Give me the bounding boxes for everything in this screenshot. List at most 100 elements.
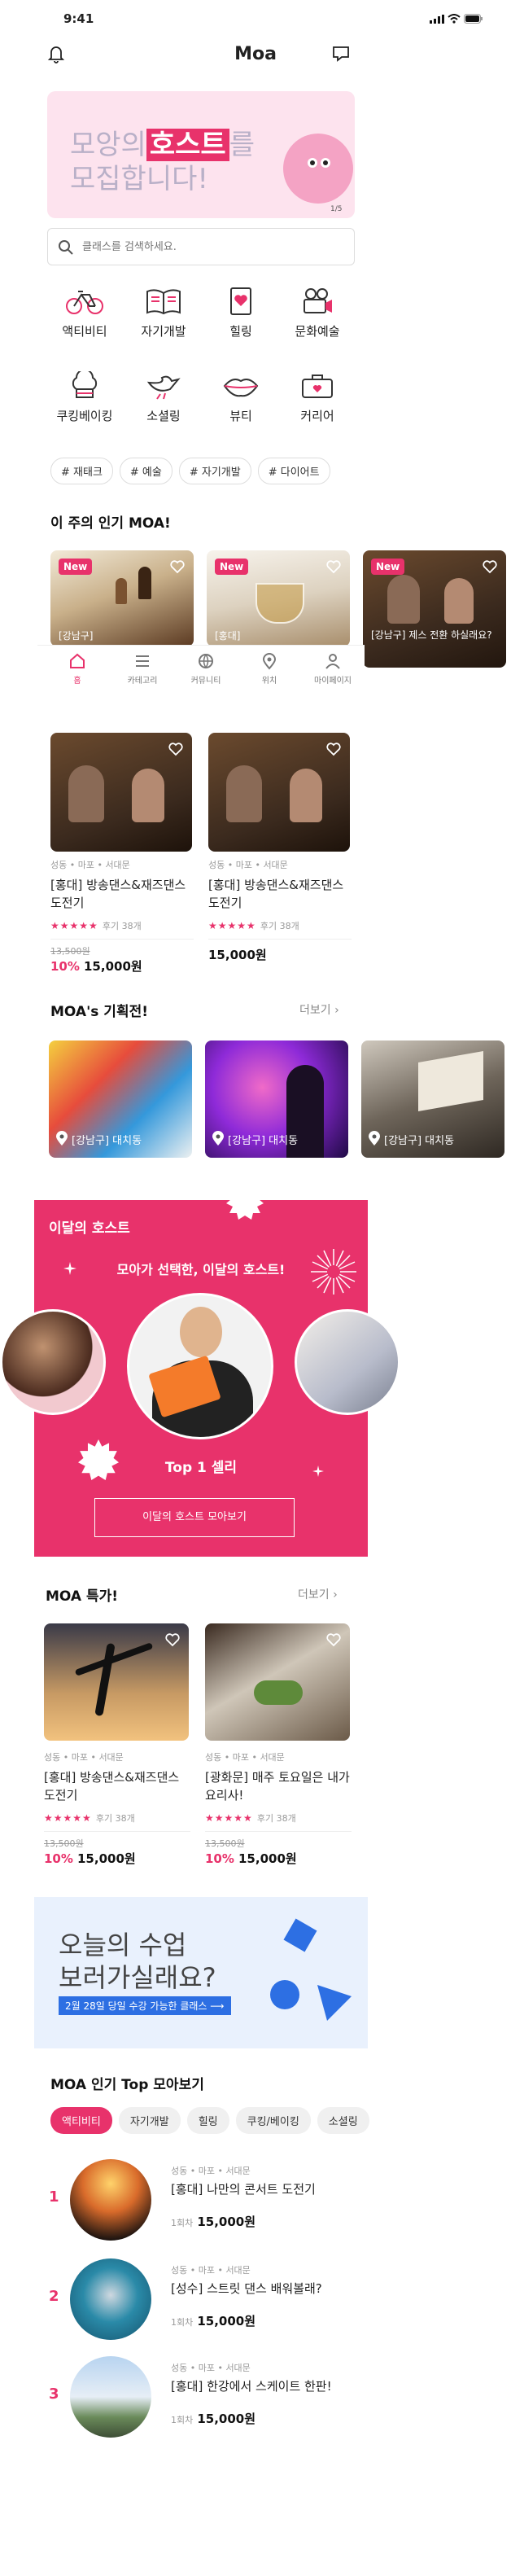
planned-title: MOA's 기획전! (50, 1004, 148, 1020)
host-more-button[interactable]: 이달의 호스트 모아보기 (94, 1498, 295, 1537)
message-icon[interactable] (332, 46, 350, 62)
top-item[interactable]: 1 성동 • 마포 • 서대문 [홍대] 나만의 콘서트 도전기 1회차 15,… (44, 2158, 369, 2242)
hashtag-chip[interactable]: # 자기개발 (178, 458, 251, 484)
tab-social[interactable]: 소셜링 (317, 2107, 369, 2134)
star-icon: ★★★★★ (205, 1812, 253, 1824)
product-title: [홍대] 한강에서 스케이트 한판! (171, 2379, 332, 2394)
product-image[interactable] (50, 733, 192, 852)
location-icon (212, 1131, 224, 1146)
heart-note-icon (230, 287, 251, 315)
new-badge: New (371, 559, 405, 575)
new-badge: New (59, 559, 93, 575)
product-title: [광화문] 매주 토요일은 내가 요리사! (205, 1770, 350, 1803)
planned-card[interactable]: [강남구] 대치동 (361, 1040, 504, 1158)
original-price: 13,500원 (44, 1838, 84, 1849)
wifi-icon (448, 14, 461, 24)
person-figure (444, 578, 474, 624)
sparkle-icon (312, 1465, 324, 1477)
nav-mypage[interactable]: 마이페이지 (304, 652, 361, 686)
top-item[interactable]: 2 성동 • 마포 • 서대문 [성수] 스트릿 댄스 배워볼래? 1회차 15… (44, 2257, 369, 2342)
special-info[interactable]: 성동 • 마포 • 서대문 [광화문] 매주 토요일은 내가 요리사! ★★★★… (205, 1750, 352, 1867)
special-info[interactable]: 성동 • 마포 • 서대문 [홍대] 방송댄스&재즈댄스 도전기 ★★★★★ 후… (44, 1750, 190, 1867)
eye-icon (321, 158, 330, 168)
battery-icon (464, 14, 483, 24)
planned-more-link[interactable]: 더보기 › (299, 1001, 339, 1018)
category-activity[interactable]: 액티비티 (48, 287, 121, 340)
product-info[interactable]: 성동 • 마포 • 서대문 [홍대] 방송댄스&재즈댄스 도전기 ★★★★★ 후… (50, 858, 194, 975)
heart-icon[interactable] (168, 741, 184, 757)
person-figure (290, 769, 322, 822)
heart-icon[interactable] (164, 1632, 181, 1648)
nav-location[interactable]: 위치 (241, 652, 298, 686)
hashtag-chip[interactable]: # 재태크 (50, 458, 113, 484)
host-avatar-left[interactable] (0, 1309, 106, 1415)
new-badge: New (215, 559, 249, 575)
popular-card[interactable]: New [강남구] 제스 전환 하실래요? (363, 550, 506, 668)
host-banner[interactable]: 모앙의 호스트 를 모집합니다! 1/5 (47, 91, 355, 218)
status-bar: 9:41 (0, 0, 511, 36)
star-icon: ★★★★★ (50, 920, 98, 931)
discount-rate: 10% (50, 959, 80, 974)
product-price: 15,000원 (77, 1851, 136, 1866)
host-avatar-right[interactable] (295, 1309, 400, 1415)
tea-cup (256, 583, 304, 624)
heart-icon[interactable] (169, 559, 186, 575)
nav-home[interactable]: 홈 (49, 652, 106, 686)
category-culture[interactable]: 문화예술 (281, 287, 354, 340)
person-figure (226, 765, 262, 822)
briefcase-icon (302, 375, 333, 398)
app-title: Moa (234, 44, 277, 64)
camera-icon (304, 288, 332, 313)
category-self-dev[interactable]: 자기개발 (127, 287, 200, 340)
original-price: 13,500원 (50, 946, 90, 957)
top-item-thumb (70, 2356, 151, 2438)
category-healing[interactable]: 힐링 (204, 287, 277, 340)
tab-cooking[interactable]: 쿠킹/베이킹 (235, 2107, 311, 2134)
category-career[interactable]: 커리어 (281, 371, 354, 424)
location-icon (262, 653, 277, 670)
tab-healing[interactable]: 힐링 (186, 2107, 229, 2134)
nav-category[interactable]: 카테고리 (114, 652, 171, 686)
category-label: 액티비티 (62, 324, 107, 339)
top-item-thumb (70, 2159, 151, 2241)
category-social[interactable]: 소셜링 (127, 371, 200, 424)
product-image[interactable] (208, 733, 350, 852)
today-line2: 보러가실래요? (59, 1962, 216, 1993)
heart-icon[interactable] (325, 741, 342, 757)
popular-card[interactable]: New [강남구] (50, 550, 194, 646)
tab-self-dev[interactable]: 자기개발 (118, 2107, 181, 2134)
special-image[interactable] (205, 1623, 350, 1741)
category-beauty[interactable]: 뷰티 (204, 371, 277, 424)
burst-lines-icon (311, 1249, 356, 1295)
tab-activity[interactable]: 액티비티 (50, 2107, 112, 2134)
product-info[interactable]: 성동 • 마포 • 서대문 [홍대] 방송댄스&재즈댄스 도전기 ★★★★★ 후… (208, 858, 352, 963)
product-price: 15,000원 (197, 2314, 256, 2328)
hashtag-chip[interactable]: # 예술 (119, 458, 173, 484)
planned-card[interactable]: [강남구] 대치동 (205, 1040, 348, 1158)
planned-card[interactable]: [강남구] 대치동 (49, 1040, 192, 1158)
product-price: 15,000원 (238, 1851, 297, 1866)
popular-card[interactable]: New [홍대] (207, 550, 350, 646)
chef-hat-icon (72, 371, 98, 398)
rank-number: 2 (49, 2288, 59, 2305)
search-bar[interactable] (47, 228, 355, 265)
top-item[interactable]: 3 성동 • 마포 • 서대문 [홍대] 한강에서 스케이트 한판! 1회차 1… (44, 2355, 369, 2439)
category-cooking[interactable]: 쿠킹베이킹 (48, 371, 121, 424)
heart-icon[interactable] (482, 559, 498, 575)
today-banner[interactable]: 오늘의 수업 보러가실래요? 2월 28일 당일 수강 가능한 클래스 ⟶ (34, 1897, 368, 2048)
product-location: 성동 • 마포 • 서대문 (205, 1752, 285, 1763)
banner-line2: 모집합니다! (70, 163, 209, 195)
product-location: 성동 • 마포 • 서대문 (44, 1752, 124, 1763)
location-icon (369, 1131, 380, 1146)
nav-community[interactable]: 커뮤니티 (177, 652, 234, 686)
top-tabs: 액티비티 자기개발 힐링 쿠킹/베이킹 소셜링 (50, 2107, 474, 2134)
host-avatar-main[interactable] (127, 1293, 273, 1439)
special-image[interactable] (44, 1623, 189, 1741)
product-price: 15,000원 (197, 2412, 256, 2426)
hashtag-chip[interactable]: # 다이어트 (257, 458, 330, 484)
heart-icon[interactable] (325, 1632, 342, 1648)
star-icon: ★★★★★ (208, 920, 256, 931)
search-input[interactable] (82, 238, 343, 256)
heart-icon[interactable] (325, 559, 342, 575)
special-more-link[interactable]: 더보기 › (298, 1586, 338, 1602)
